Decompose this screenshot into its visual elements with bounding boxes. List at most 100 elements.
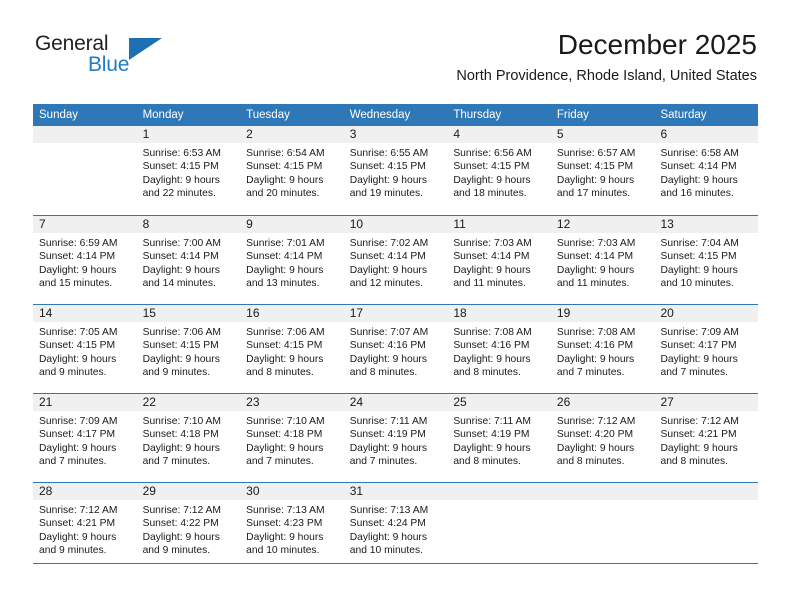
calendar-day-cell[interactable]: 23 Sunrise: 7:10 AM Sunset: 4:18 PM Dayligh… xyxy=(240,394,344,482)
calendar-day-cell[interactable]: 24 Sunrise: 7:11 AM Sunset: 4:19 PM Dayligh… xyxy=(343,394,448,482)
calendar-day-cell[interactable]: 10 Sunrise: 7:02 AM Sunset: 4:14 PM Dayligh… xyxy=(343,216,448,304)
daylight-text-line2: and 9 minutes. xyxy=(142,545,211,557)
daylight-text-line1: Daylight: 9 hours xyxy=(556,442,635,454)
day-details: Sunrise: 7:06 AM Sunset: 4:15 PM Daylight:… xyxy=(137,322,241,380)
day-number: 12 xyxy=(550,216,655,233)
calendar-day-cell[interactable]: 14 Sunrise: 7:05 AM Sunset: 4:15 PM Dayligh… xyxy=(33,305,137,393)
calendar-day-cell-empty xyxy=(550,483,655,571)
day-details: Sunrise: 7:09 AM Sunset: 4:17 PM Daylight:… xyxy=(654,322,758,380)
day-details: Sunrise: 7:09 AM Sunset: 4:17 PM Daylight:… xyxy=(33,411,137,469)
calendar-day-cell[interactable]: 17 Sunrise: 7:07 AM Sunset: 4:16 PM Dayligh… xyxy=(343,305,448,393)
weekday-header-friday: Friday xyxy=(556,109,589,121)
calendar-day-cell[interactable]: 21 Sunrise: 7:09 AM Sunset: 4:17 PM Dayligh… xyxy=(33,394,137,482)
sunrise-text: Sunrise: 6:53 AM xyxy=(142,148,221,159)
day-number: 14 xyxy=(33,305,137,322)
day-number: 4 xyxy=(447,126,551,143)
calendar-day-cell[interactable]: 31 Sunrise: 7:13 AM Sunset: 4:24 PM Dayligh… xyxy=(343,483,448,571)
weekday-header-sunday: Sunday xyxy=(39,109,79,121)
day-number: 17 xyxy=(343,305,448,322)
day-details: Sunrise: 6:59 AM Sunset: 4:14 PM Daylight:… xyxy=(33,233,137,291)
daylight-text-line2: and 7 minutes. xyxy=(39,456,107,468)
calendar-day-cell[interactable]: 3 Sunrise: 6:55 AM Sunset: 4:15 PM Daylight… xyxy=(343,126,448,215)
daylight-text-line2: and 12 minutes. xyxy=(349,278,424,290)
calendar-day-cell[interactable]: 15 Sunrise: 7:06 AM Sunset: 4:15 PM Dayligh… xyxy=(136,305,241,393)
calendar-day-cell[interactable]: 12 Sunrise: 7:03 AM Sunset: 4:14 PM Dayligh… xyxy=(550,216,655,304)
weekday-header-saturday: Saturday xyxy=(660,109,707,121)
calendar-day-cell[interactable]: 6 Sunrise: 6:58 AM Sunset: 4:14 PM Daylight… xyxy=(654,126,759,215)
sunrise-text: Sunrise: 7:12 AM xyxy=(142,505,221,516)
calendar-day-cell[interactable]: 16 Sunrise: 7:06 AM Sunset: 4:15 PM Dayligh… xyxy=(240,305,344,393)
day-number: 10 xyxy=(343,216,448,233)
daylight-text-line1: Daylight: 9 hours xyxy=(246,353,324,365)
daylight-text-line2: and 20 minutes. xyxy=(246,188,320,200)
calendar-day-cell[interactable]: 7 Sunrise: 6:59 AM Sunset: 4:14 PM Daylight… xyxy=(33,216,137,304)
calendar-day-cell[interactable]: 19 Sunrise: 7:08 AM Sunset: 4:16 PM Dayligh… xyxy=(550,305,655,393)
sunset-text: Sunset: 4:16 PM xyxy=(453,340,530,352)
calendar-day-cell[interactable]: 18 Sunrise: 7:08 AM Sunset: 4:16 PM Dayligh… xyxy=(447,305,551,393)
calendar-day-cell[interactable]: 5 Sunrise: 6:57 AM Sunset: 4:15 PM Daylight… xyxy=(550,126,655,215)
day-number: 24 xyxy=(343,394,448,411)
sunrise-text: Sunrise: 7:11 AM xyxy=(349,416,428,427)
day-details: Sunrise: 7:06 AM Sunset: 4:15 PM Daylight:… xyxy=(240,322,344,380)
sunset-text: Sunset: 4:15 PM xyxy=(660,251,737,263)
calendar-day-cell[interactable]: 29 Sunrise: 7:12 AM Sunset: 4:22 PM Dayligh… xyxy=(136,483,241,571)
sunset-text: Sunset: 4:18 PM xyxy=(246,429,323,441)
general-blue-logo[interactable]: General Blue xyxy=(35,32,165,80)
sunset-text: Sunset: 4:15 PM xyxy=(142,161,219,173)
daylight-text-line1: Daylight: 9 hours xyxy=(246,442,324,454)
daylight-text-line2: and 19 minutes. xyxy=(349,188,424,200)
calendar-day-cell[interactable]: 27 Sunrise: 7:12 AM Sunset: 4:21 PM Dayligh… xyxy=(654,394,759,482)
calendar-day-cell[interactable]: 26 Sunrise: 7:12 AM Sunset: 4:20 PM Dayligh… xyxy=(550,394,655,482)
daylight-text-line1: Daylight: 9 hours xyxy=(39,531,117,543)
sunset-text: Sunset: 4:15 PM xyxy=(39,340,116,352)
day-details: Sunrise: 7:02 AM Sunset: 4:14 PM Daylight:… xyxy=(344,233,448,291)
calendar-day-cell[interactable]: 13 Sunrise: 7:04 AM Sunset: 4:15 PM Dayligh… xyxy=(654,216,759,304)
day-number: 27 xyxy=(654,394,759,411)
calendar-day-cell[interactable]: 4 Sunrise: 6:56 AM Sunset: 4:15 PM Daylight… xyxy=(447,126,551,215)
day-details: Sunrise: 7:12 AM Sunset: 4:22 PM Daylight:… xyxy=(137,500,241,558)
calendar-day-cell[interactable]: 25 Sunrise: 7:11 AM Sunset: 4:19 PM Dayligh… xyxy=(447,394,551,482)
daylight-text-line2: and 7 minutes. xyxy=(556,367,625,379)
calendar-day-cell[interactable]: 2 Sunrise: 6:54 AM Sunset: 4:15 PM Daylight… xyxy=(240,126,344,215)
calendar-day-cell[interactable]: 20 Sunrise: 7:09 AM Sunset: 4:17 PM Dayligh… xyxy=(654,305,759,393)
calendar-day-cell[interactable]: 11 Sunrise: 7:03 AM Sunset: 4:14 PM Dayligh… xyxy=(447,216,551,304)
calendar-bottom-rule xyxy=(33,563,758,564)
day-details: Sunrise: 7:10 AM Sunset: 4:18 PM Daylight:… xyxy=(240,411,344,469)
day-number: 9 xyxy=(240,216,344,233)
daylight-text-line2: and 17 minutes. xyxy=(556,188,631,200)
daylight-text-line2: and 7 minutes. xyxy=(349,456,418,468)
calendar-week-row: 21 Sunrise: 7:09 AM Sunset: 4:17 PM Dayligh… xyxy=(33,393,759,482)
sunset-text: Sunset: 4:19 PM xyxy=(349,429,426,441)
daylight-text-line1: Daylight: 9 hours xyxy=(349,174,428,186)
calendar-week-row: 1 Sunrise: 6:53 AM Sunset: 4:15 PM Daylight… xyxy=(33,126,759,215)
sunrise-text: Sunrise: 7:12 AM xyxy=(556,416,636,427)
day-details: Sunrise: 7:13 AM Sunset: 4:24 PM Daylight:… xyxy=(344,500,448,558)
daylight-text-line1: Daylight: 9 hours xyxy=(142,174,220,186)
daylight-text-line1: Daylight: 9 hours xyxy=(349,531,428,543)
calendar-day-cell[interactable]: 22 Sunrise: 7:10 AM Sunset: 4:18 PM Dayligh… xyxy=(136,394,241,482)
day-number xyxy=(447,483,551,500)
sunset-text: Sunset: 4:14 PM xyxy=(246,251,323,263)
sunrise-text: Sunrise: 7:01 AM xyxy=(246,238,325,249)
day-number: 28 xyxy=(33,483,137,500)
calendar-day-cell[interactable]: 28 Sunrise: 7:12 AM Sunset: 4:21 PM Dayligh… xyxy=(33,483,137,571)
daylight-text-line2: and 10 minutes. xyxy=(246,545,320,557)
calendar-day-cell[interactable]: 30 Sunrise: 7:13 AM Sunset: 4:23 PM Dayligh… xyxy=(240,483,344,571)
day-details: Sunrise: 7:11 AM Sunset: 4:19 PM Daylight:… xyxy=(447,411,551,469)
sunset-text: Sunset: 4:21 PM xyxy=(39,518,116,530)
daylight-text-line2: and 16 minutes. xyxy=(660,188,734,200)
sunset-text: Sunset: 4:14 PM xyxy=(453,251,530,263)
day-details: Sunrise: 7:03 AM Sunset: 4:14 PM Daylight:… xyxy=(447,233,551,291)
day-details: Sunrise: 7:08 AM Sunset: 4:16 PM Daylight:… xyxy=(551,322,655,380)
day-number: 7 xyxy=(33,216,137,233)
calendar-week-row: 7 Sunrise: 6:59 AM Sunset: 4:14 PM Daylight… xyxy=(33,215,759,304)
sunset-text: Sunset: 4:17 PM xyxy=(660,340,737,352)
sunrise-text: Sunrise: 7:12 AM xyxy=(660,416,739,427)
calendar-day-cell[interactable]: 9 Sunrise: 7:01 AM Sunset: 4:14 PM Daylight… xyxy=(240,216,344,304)
daylight-text-line1: Daylight: 9 hours xyxy=(39,264,117,276)
day-details: Sunrise: 7:12 AM Sunset: 4:21 PM Daylight:… xyxy=(654,411,758,469)
calendar-day-cell[interactable]: 1 Sunrise: 6:53 AM Sunset: 4:15 PM Daylight… xyxy=(136,126,241,215)
calendar-day-cell[interactable]: 8 Sunrise: 7:00 AM Sunset: 4:14 PM Daylight… xyxy=(136,216,241,304)
sunset-text: Sunset: 4:14 PM xyxy=(39,251,116,263)
daylight-text-line1: Daylight: 9 hours xyxy=(660,264,738,276)
